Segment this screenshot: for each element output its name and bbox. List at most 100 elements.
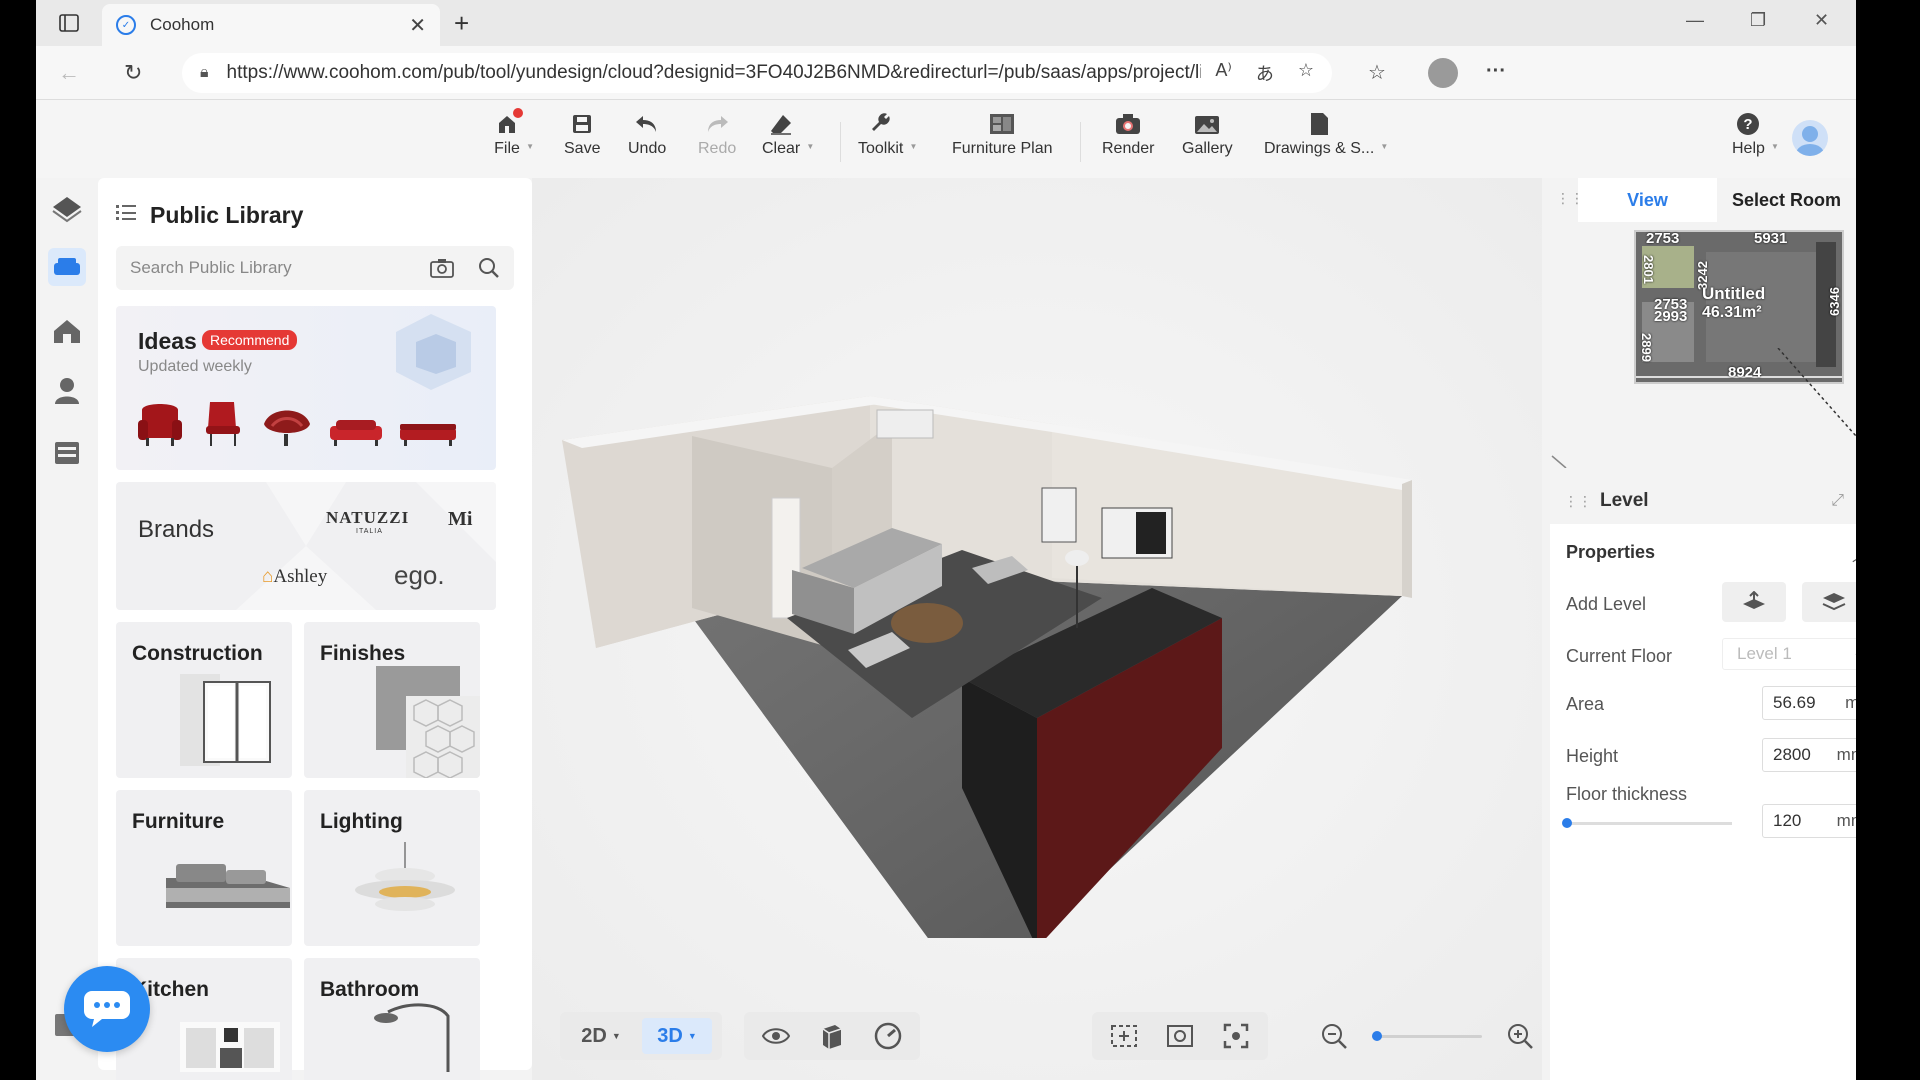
zoom-slider[interactable] <box>1372 1030 1482 1041</box>
minimap-dim: 2993 <box>1654 308 1688 325</box>
save-button[interactable]: Save <box>564 112 600 158</box>
search-input[interactable] <box>130 258 416 278</box>
category-finishes[interactable]: Finishes <box>304 622 480 778</box>
view-3d-button[interactable]: 3D ▼ <box>642 1018 712 1054</box>
expand-icon[interactable]: ⤢ <box>1831 492 1844 510</box>
document-icon <box>1306 112 1332 136</box>
add-level-below-button[interactable] <box>1802 582 1856 622</box>
zoom-slider-thumb[interactable] <box>1372 1030 1382 1041</box>
url-text[interactable]: https://www.coohom.com/pub/tool/yundesig… <box>227 62 1202 84</box>
tab-actions-icon[interactable] <box>56 10 82 36</box>
gauge-icon[interactable] <box>870 1018 906 1054</box>
area-field[interactable]: 56.69 m² <box>1762 686 1856 720</box>
sofa-icon <box>330 420 382 446</box>
toolkit-button[interactable]: Toolkit ▼ <box>858 112 917 158</box>
brand-mi[interactable]: Mi <box>448 508 472 531</box>
category-lighting[interactable]: Lighting <box>304 790 480 946</box>
translate-icon[interactable]: あ <box>1256 60 1274 86</box>
back-icon[interactable]: ← <box>58 60 80 86</box>
drawings-button[interactable]: Drawings & S... ▼ <box>1264 112 1388 158</box>
ideas-card[interactable]: Ideas Recommend Updated weekly <box>116 306 496 470</box>
public-library-panel: Public Library Ideas Recommend Updated w… <box>98 178 532 1080</box>
ideas-decoration-icon <box>396 314 471 390</box>
view-mode-toggle: 2D ▼ 3D ▼ <box>560 1012 722 1060</box>
restore-icon[interactable]: ❐ <box>1750 10 1766 31</box>
undo-button[interactable]: Undo <box>628 112 666 158</box>
3d-viewport[interactable]: 2D ▼ 3D ▼ <box>532 178 1542 1080</box>
focus-icon[interactable] <box>1218 1018 1254 1054</box>
floor-thickness-unit: mm <box>1836 811 1856 830</box>
height-field[interactable]: 2800 mm <box>1762 738 1856 772</box>
address-bar[interactable]: 🔒︎ https://www.coohom.com/pub/tool/yunde… <box>182 53 1332 93</box>
add-favorite-icon[interactable]: ☆ <box>1298 60 1314 86</box>
ideas-furniture-thumbnails <box>134 398 458 448</box>
coohom-favicon-icon: ✓ <box>116 15 136 35</box>
add-level-above-button[interactable] <box>1722 582 1786 622</box>
redo-label: Redo <box>698 140 737 157</box>
minimize-icon[interactable]: — <box>1686 10 1704 31</box>
wrench-icon <box>868 112 894 136</box>
level-title: Level <box>1600 490 1649 511</box>
minimap-dim: 6346 <box>1826 287 1842 316</box>
zoom-in-icon[interactable] <box>1502 1018 1538 1054</box>
clear-label: Clear <box>762 140 801 157</box>
rail-user-icon[interactable] <box>48 372 86 410</box>
rail-house-icon[interactable] <box>48 312 86 350</box>
brands-card[interactable]: Brands NATUZZI ITALIA Mi ⌂Ashley ego. <box>116 482 496 610</box>
current-floor-select[interactable]: Level 1 – <box>1722 638 1856 670</box>
layers-down-icon <box>1822 593 1846 611</box>
read-aloud-icon[interactable]: A⁾ <box>1215 60 1231 86</box>
clear-button[interactable]: Clear ▼ <box>762 112 814 158</box>
zoom-out-icon[interactable] <box>1316 1018 1352 1054</box>
profile-avatar[interactable] <box>1428 58 1458 88</box>
rail-library-icon[interactable] <box>48 248 86 286</box>
redo-button[interactable]: Redo <box>698 112 736 158</box>
view-2d-button[interactable]: 2D ▼ <box>566 1018 636 1054</box>
help-button[interactable]: ? Help ▼ <box>1732 112 1779 158</box>
tab-select-room[interactable]: Select Room <box>1717 178 1856 222</box>
image-search-icon[interactable] <box>430 258 454 278</box>
render-button[interactable]: Render <box>1102 112 1154 158</box>
height-label: Height <box>1566 746 1619 766</box>
search-icon[interactable] <box>478 257 500 279</box>
window-close-icon[interactable]: ✕ <box>1814 10 1829 31</box>
new-tab-icon[interactable]: + <box>454 8 469 39</box>
help-icon: ? <box>1735 112 1761 136</box>
list-icon[interactable] <box>116 204 136 227</box>
notification-dot <box>513 108 523 118</box>
floor-thickness-slider-thumb[interactable] <box>1562 818 1572 828</box>
floor-thickness-field[interactable]: 120 mm <box>1762 804 1856 838</box>
properties-header[interactable]: Properties <box>1566 542 1655 563</box>
current-floor-value: Level 1 <box>1737 644 1792 663</box>
floor-thickness-slider[interactable] <box>1562 818 1732 828</box>
brand-natuzzi[interactable]: NATUZZI <box>326 508 409 528</box>
eye-icon[interactable] <box>758 1018 794 1054</box>
chat-support-button[interactable] <box>64 966 150 1052</box>
category-bathroom[interactable]: Bathroom <box>304 958 480 1080</box>
refresh-icon[interactable]: ↻ <box>124 60 142 86</box>
rail-build-icon[interactable] <box>48 190 86 228</box>
window-door-icon <box>180 674 271 766</box>
brand-ashley[interactable]: ⌂Ashley <box>262 566 327 588</box>
user-avatar[interactable] <box>1792 120 1828 156</box>
browser-tab-coohom[interactable]: ✓ Coohom ✕ <box>102 4 440 46</box>
rail-storage-icon[interactable] <box>48 434 86 472</box>
caret-down-icon: ▼ <box>806 142 815 151</box>
close-icon[interactable]: ✕ <box>409 13 426 38</box>
chevron-up-icon[interactable]: ︿ <box>1852 542 1856 566</box>
fit-view-icon[interactable] <box>1106 1018 1142 1054</box>
cube-view-icon[interactable] <box>814 1018 850 1054</box>
file-button[interactable]: File ▼ <box>494 108 534 158</box>
category-furniture[interactable]: Furniture <box>116 790 292 946</box>
camera-settings-icon[interactable] <box>1162 1018 1198 1054</box>
brand-ego[interactable]: ego. <box>394 560 445 591</box>
tab-view[interactable]: View <box>1578 178 1717 222</box>
furniture-plan-button[interactable]: Furniture Plan <box>952 112 1053 158</box>
caret-down-icon: ▼ <box>611 1031 621 1041</box>
category-construction[interactable]: Construction <box>116 622 292 778</box>
drag-handle-icon[interactable]: ⋮⋮ <box>1564 493 1592 510</box>
favorites-icon[interactable]: ☆ <box>1368 60 1386 85</box>
gallery-button[interactable]: Gallery <box>1182 112 1233 158</box>
library-title: Public Library <box>150 202 304 228</box>
more-icon[interactable]: ··· <box>1486 60 1506 83</box>
